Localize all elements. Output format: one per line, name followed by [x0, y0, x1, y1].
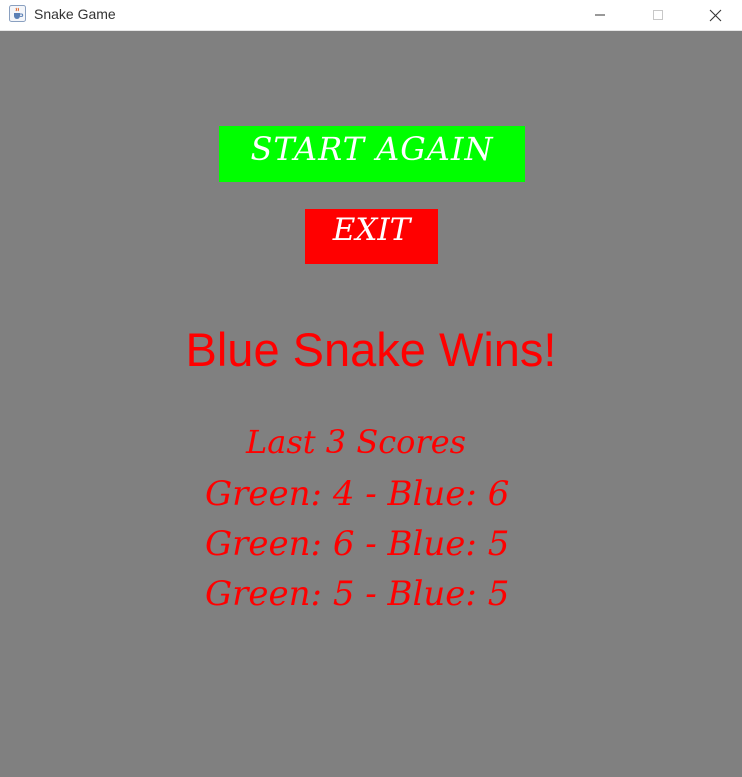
scores-heading: Last 3 Scores — [246, 423, 467, 461]
score-entry: Green: 6 - Blue: 5 — [205, 524, 510, 564]
maximize-icon[interactable] — [629, 0, 687, 30]
exit-button[interactable]: EXIT — [305, 209, 438, 264]
window-title: Snake Game — [34, 6, 116, 22]
app-window: Snake Game START AGAIN EXIT Blue Snake W… — [0, 0, 742, 777]
title-bar[interactable]: Snake Game — [0, 0, 742, 31]
start-again-button[interactable]: START AGAIN — [219, 126, 525, 182]
game-over-panel: START AGAIN EXIT Blue Snake Wins! Last 3… — [0, 31, 742, 777]
winner-message: Blue Snake Wins! — [185, 323, 557, 376]
score-entry: Green: 5 - Blue: 5 — [205, 574, 510, 614]
score-entry: Green: 4 - Blue: 6 — [205, 474, 510, 514]
close-icon[interactable] — [688, 0, 742, 30]
java-cup-icon[interactable] — [9, 5, 26, 22]
minimize-icon[interactable] — [571, 0, 629, 30]
